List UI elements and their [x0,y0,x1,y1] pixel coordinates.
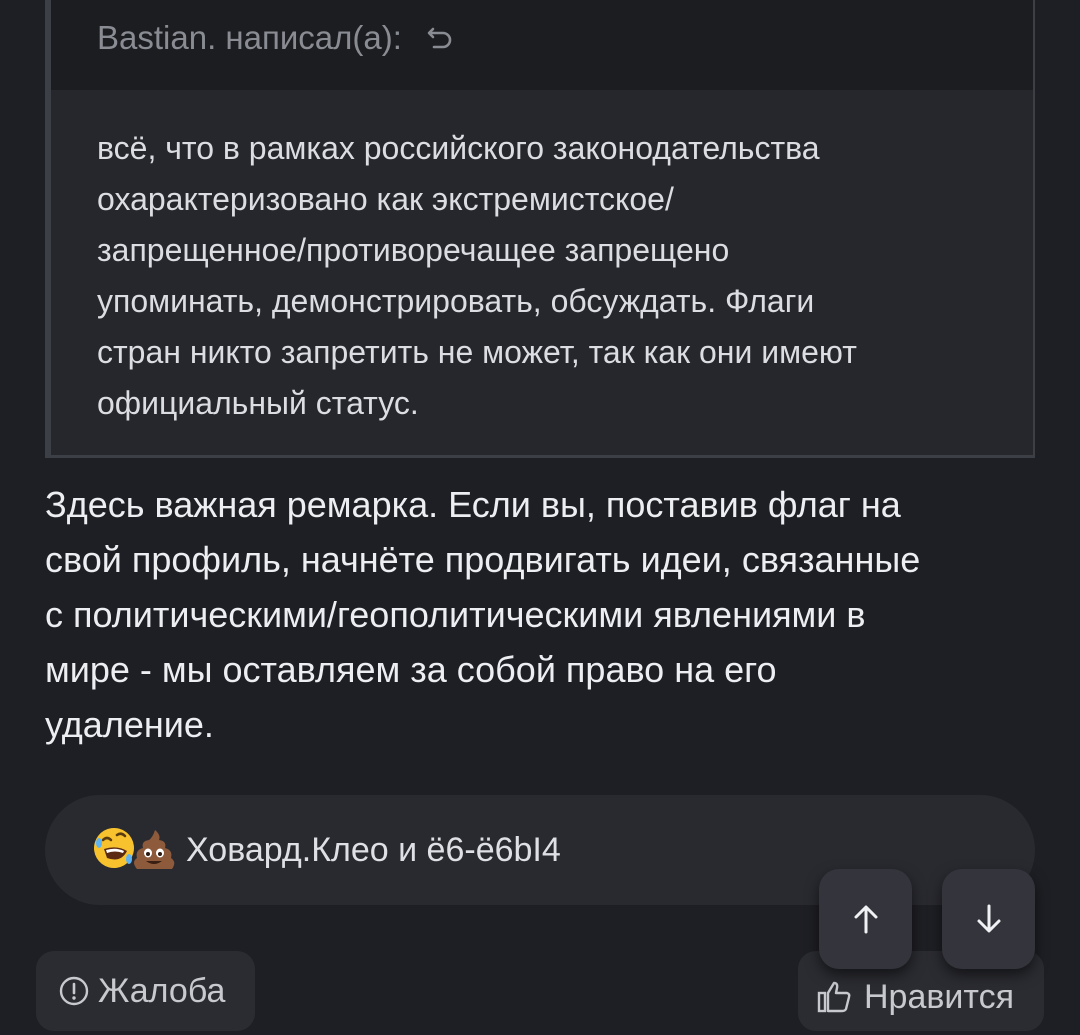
arrow-down-icon [977,904,1000,933]
quote-header: Bastian. написал(а): [51,0,1033,90]
pile-of-poo-icon [134,830,175,869]
info-circle-icon [59,976,89,1006]
report-label: Жалоба [98,971,226,1010]
scroll-up-button[interactable] [819,869,912,969]
quote-author-link[interactable]: Bastian. написал(а): [97,18,456,58]
report-button[interactable]: Жалоба [36,951,255,1031]
arrow-up-icon [854,905,877,934]
reaction-users-label[interactable]: Ховард.Клео и ё6-ё6bI4 [186,831,561,870]
jump-to-quote-icon[interactable] [426,23,456,53]
like-label: Нравится [864,977,1015,1016]
quote-block: Bastian. написал(а): всё, что в рамках р… [45,0,1035,458]
thumbs-up-icon [817,981,851,1013]
scroll-down-button[interactable] [942,869,1035,969]
post-text: Здесь важная ремарка. Если вы, поставив … [45,484,921,745]
quote-author-label: Bastian. написал(а): [97,19,402,56]
reaction-emojis [91,825,185,875]
quote-text: всё, что в рамках российского законодате… [97,130,857,421]
rolling-on-floor-laughing-icon [94,828,134,868]
